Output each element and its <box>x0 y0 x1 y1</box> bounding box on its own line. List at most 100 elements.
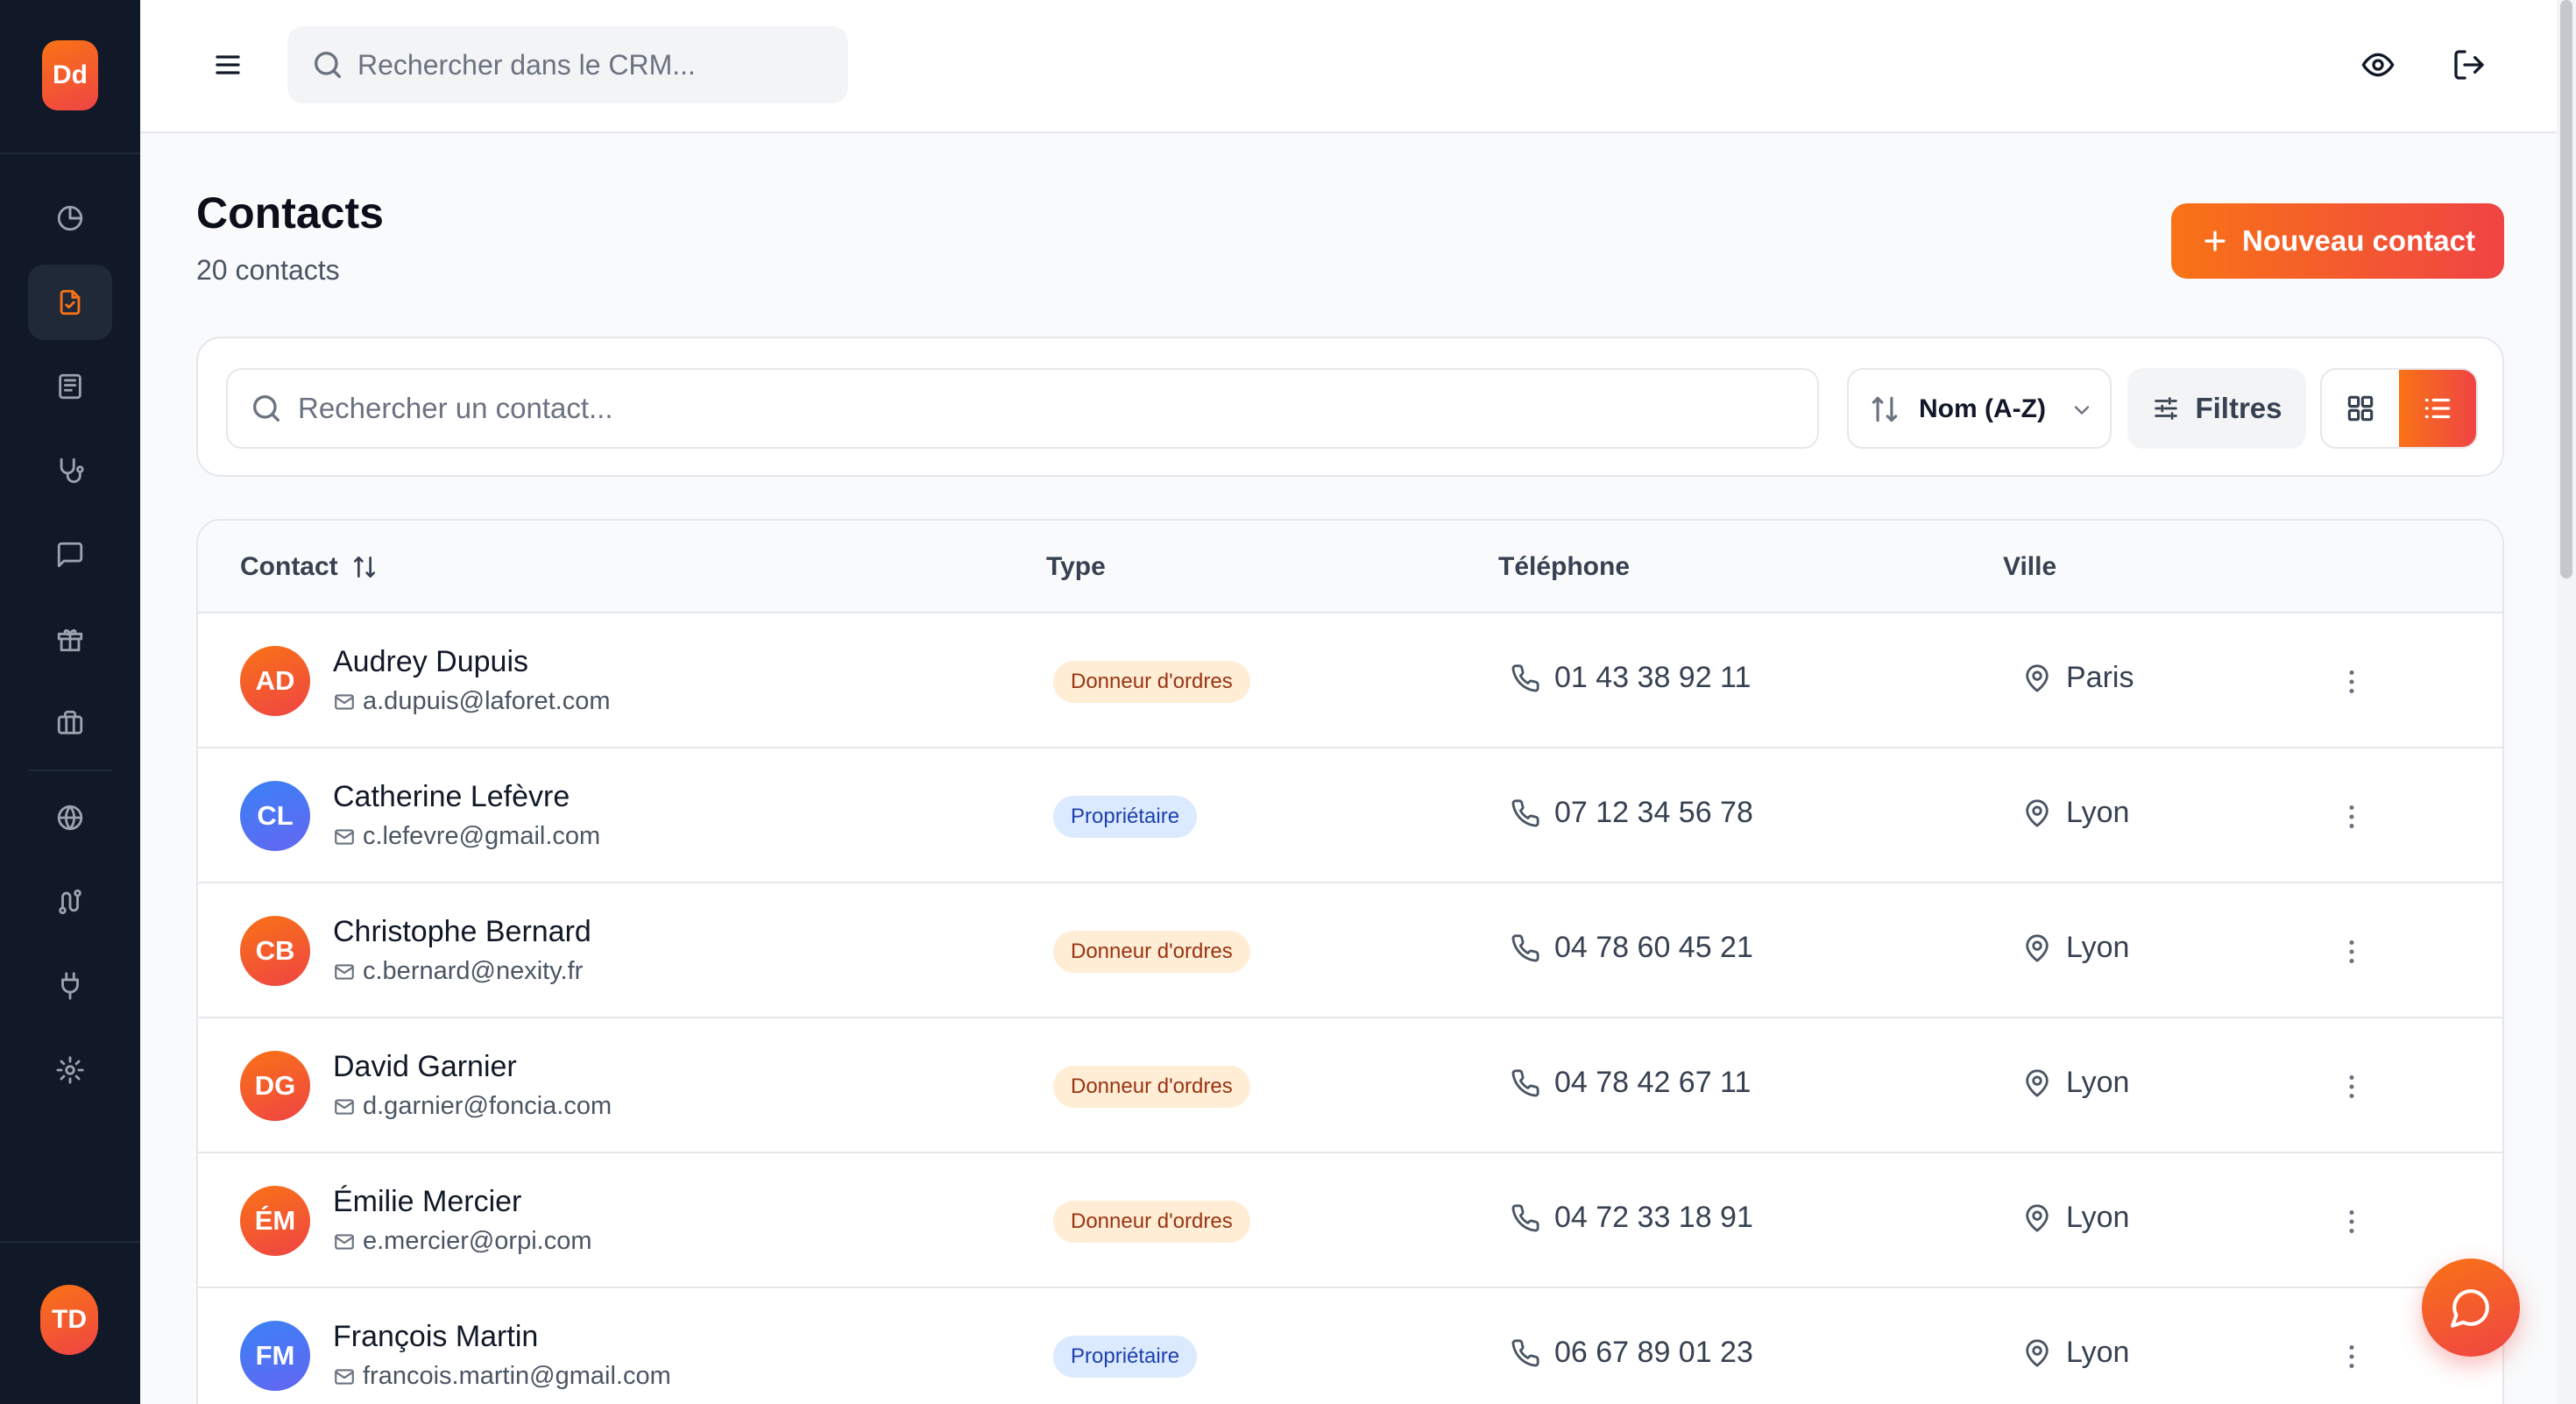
contact-email: e.mercier@orpi.com <box>333 1227 592 1256</box>
row-actions-button[interactable] <box>2332 1202 2371 1241</box>
sort-select-value: Nom (A-Z) <box>1919 394 2046 423</box>
contact-email-text: e.mercier@orpi.com <box>363 1227 592 1255</box>
contact-phone: 04 72 33 18 91 <box>1511 1201 1753 1235</box>
contact-type-badge: Donneur d'ordres <box>1053 661 1250 703</box>
contact-city: Lyon <box>2022 931 2129 965</box>
contact-city-text: Lyon <box>2066 1201 2130 1234</box>
sidebar-item-settings[interactable] <box>28 1032 112 1108</box>
sidebar-item-news[interactable] <box>28 349 112 424</box>
column-header-contact[interactable]: Contact <box>240 552 379 582</box>
menu-icon <box>216 55 240 74</box>
sidebar-divider <box>0 1241 140 1243</box>
sidebar-item-messages[interactable] <box>28 517 112 592</box>
chat-bubble-icon <box>2451 1289 2489 1328</box>
preview-button[interactable] <box>2353 40 2403 89</box>
menu-button[interactable] <box>202 40 254 89</box>
chart-pie-icon <box>57 205 83 231</box>
list-view-button[interactable] <box>2399 370 2476 447</box>
sort-select[interactable]: Nom (A-Z) <box>1847 368 2112 449</box>
table-row[interactable]: FM François Martin francois.martin@gmail… <box>198 1288 2502 1404</box>
app-logo[interactable]: Dd <box>42 40 98 110</box>
mail-icon <box>335 828 354 845</box>
contact-name[interactable]: Catherine Lefèvre <box>333 780 570 814</box>
row-actions-button[interactable] <box>2332 932 2371 971</box>
contact-search-input[interactable] <box>298 389 1787 428</box>
contact-city-text: Lyon <box>2066 931 2130 964</box>
phone-icon <box>1511 663 1539 691</box>
column-header-label: Téléphone <box>1498 552 1631 581</box>
eye-icon <box>2361 53 2395 77</box>
more-vertical-icon <box>2349 670 2354 694</box>
chevron-down-icon <box>2074 406 2090 415</box>
column-header-label: Contact <box>240 552 338 581</box>
sidebar-item-rewards[interactable] <box>28 601 112 677</box>
row-actions-button[interactable] <box>2332 1067 2371 1106</box>
more-vertical-icon <box>2349 1344 2354 1369</box>
row-actions-button[interactable] <box>2332 1337 2371 1376</box>
contact-type-badge: Propriétaire <box>1053 796 1198 838</box>
sidebar-divider <box>0 152 140 154</box>
newspaper-icon <box>59 373 81 400</box>
logout-button[interactable] <box>2445 40 2494 89</box>
contact-city: Lyon <box>2022 1336 2129 1370</box>
sidebar-item-dashboard[interactable] <box>28 181 112 256</box>
contact-city: Lyon <box>2022 1201 2129 1235</box>
sidebar-item-integrations[interactable] <box>28 948 112 1024</box>
sidebar-item-contacts[interactable] <box>28 265 112 340</box>
contact-city: Paris <box>2022 661 2134 695</box>
phone-icon <box>1511 798 1539 826</box>
contact-name[interactable]: Christophe Bernard <box>333 915 591 949</box>
contact-email-text: c.bernard@nexity.fr <box>363 957 584 985</box>
contact-avatar: ÉM <box>240 1186 310 1256</box>
contact-type-badge: Propriétaire <box>1053 1336 1198 1378</box>
new-contact-button[interactable]: Nouveau contact <box>2171 203 2504 279</box>
contact-city-text: Paris <box>2066 661 2134 694</box>
contact-name[interactable]: François Martin <box>333 1320 538 1354</box>
contact-type-badge: Donneur d'ordres <box>1053 931 1250 973</box>
plus-icon <box>2204 230 2226 252</box>
contact-email: d.garnier@foncia.com <box>333 1092 612 1121</box>
more-vertical-icon <box>2349 805 2354 829</box>
table-row[interactable]: CL Catherine Lefèvre c.lefevre@gmail.com… <box>198 748 2502 883</box>
row-actions-button[interactable] <box>2332 798 2371 836</box>
sidebar-item-workflows[interactable] <box>28 864 112 940</box>
phone-icon <box>1511 1203 1539 1231</box>
page-title: Contacts <box>196 188 384 238</box>
contacts-table: Contact Type Téléphone Ville AD Audrey D… <box>196 519 2504 1404</box>
table-row[interactable]: ÉM Émilie Mercier e.mercier@orpi.com Don… <box>198 1153 2502 1288</box>
contact-city-text: Lyon <box>2066 1066 2130 1099</box>
table-row[interactable]: DG David Garnier d.garnier@foncia.com Do… <box>198 1018 2502 1153</box>
column-header-phone: Téléphone <box>1498 552 1630 582</box>
filters-button[interactable]: Filtres <box>2127 368 2306 449</box>
table-row[interactable]: CB Christophe Bernard c.bernard@nexity.f… <box>198 883 2502 1018</box>
sidebar: Dd TD <box>0 0 140 1404</box>
contact-name[interactable]: Émilie Mercier <box>333 1185 521 1219</box>
phone-icon <box>1511 1338 1539 1366</box>
contact-type-badge: Donneur d'ordres <box>1053 1201 1250 1243</box>
sidebar-item-interventions[interactable] <box>28 433 112 508</box>
more-vertical-icon <box>2349 1209 2354 1234</box>
sidebar-item-web[interactable] <box>28 780 112 855</box>
contact-type-badge: Donneur d'ordres <box>1053 1066 1250 1108</box>
table-header: Contact Type Téléphone Ville <box>198 521 2502 613</box>
chat-button[interactable] <box>2422 1259 2520 1357</box>
contact-search-box <box>226 368 1819 449</box>
row-actions-button[interactable] <box>2332 663 2371 701</box>
contact-name[interactable]: Audrey Dupuis <box>333 645 528 679</box>
table-row[interactable]: AD Audrey Dupuis a.dupuis@laforet.com Do… <box>198 613 2502 748</box>
contact-avatar: DG <box>240 1051 310 1121</box>
page-scrollbar-thumb[interactable] <box>2560 0 2572 578</box>
contact-email: c.lefevre@gmail.com <box>333 822 600 851</box>
clipboard-check-icon <box>60 289 81 316</box>
sidebar-item-briefcase[interactable] <box>28 685 112 761</box>
contact-phone-text: 07 12 34 56 78 <box>1554 796 1753 829</box>
crm-search-input[interactable] <box>357 48 831 82</box>
contact-phone-text: 04 72 33 18 91 <box>1554 1201 1753 1234</box>
contact-avatar: CL <box>240 781 310 851</box>
grid-view-button[interactable] <box>2322 370 2399 447</box>
user-avatar[interactable]: TD <box>40 1285 98 1355</box>
route-icon <box>59 889 81 915</box>
contact-city-text: Lyon <box>2066 796 2130 829</box>
gear-icon <box>56 1056 84 1084</box>
contact-name[interactable]: David Garnier <box>333 1050 517 1084</box>
